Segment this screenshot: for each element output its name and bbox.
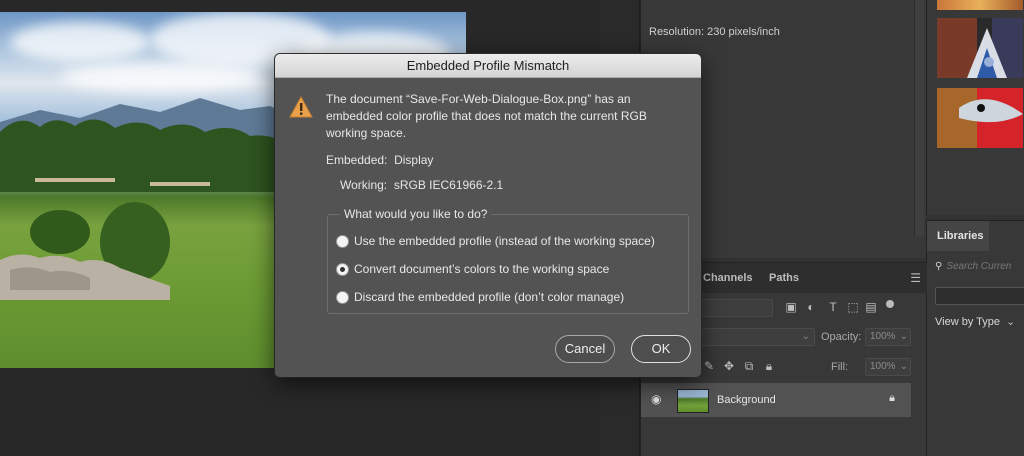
adjustment-filter-icon[interactable]: ◐: [803, 299, 819, 315]
warning-icon: [289, 96, 313, 118]
option-label[interactable]: Use the embedded profile (instead of the…: [354, 234, 655, 248]
lock-icon[interactable]: 🔒︎: [889, 392, 895, 405]
option-use-embedded[interactable]: Use the embedded profile (instead of the…: [336, 233, 655, 249]
smart-object-filter-icon[interactable]: ▤: [863, 299, 879, 315]
libraries-search-input[interactable]: ⚲ Search Curren: [935, 261, 1024, 279]
resolution-text: Resolution: 230 pixels/inch: [649, 26, 780, 38]
tab-libraries[interactable]: Libraries: [927, 221, 989, 251]
chevron-down-icon: ⌄: [899, 361, 908, 372]
move-lock-icon[interactable]: ✥: [721, 358, 737, 374]
radio-convert[interactable]: [336, 262, 349, 276]
fill-value: 100%: [870, 361, 896, 372]
embedded-value: Display: [394, 153, 434, 167]
blend-mode-select[interactable]: ⌄: [701, 328, 815, 346]
radio-discard[interactable]: [336, 290, 349, 304]
chevron-down-icon: ⌄: [1006, 316, 1016, 328]
option-label[interactable]: Discard the embedded profile (don’t colo…: [354, 290, 624, 304]
view-by-type-dropdown[interactable]: View by Type ⌄: [935, 315, 1015, 328]
layer-row[interactable]: ◉ Background 🔒︎: [641, 383, 911, 417]
working-profile-row: Working: sRGB IEC61966-2.1: [340, 178, 503, 192]
chevron-down-icon: ⌄: [899, 331, 908, 342]
library-thumbnail[interactable]: [937, 88, 1023, 148]
option-discard[interactable]: Discard the embedded profile (don’t colo…: [336, 289, 624, 305]
tab-channels[interactable]: Channels: [703, 263, 753, 293]
type-filter-icon[interactable]: T: [825, 299, 841, 315]
library-thumbnails: [926, 0, 1024, 215]
dialog-message: The document “Save-For-Web-Dialogue-Box.…: [326, 92, 647, 140]
search-placeholder: Search Curren: [946, 261, 1012, 272]
cancel-button[interactable]: Cancel: [555, 335, 615, 363]
layer-thumbnail: [677, 389, 709, 413]
properties-scrollbar[interactable]: [914, 0, 924, 236]
library-select[interactable]: [935, 287, 1024, 305]
options-question: What would you like to do?: [340, 207, 492, 221]
tab-paths[interactable]: Paths: [769, 263, 799, 293]
brush-lock-icon[interactable]: ✎: [701, 358, 717, 374]
view-by-type-label: View by Type: [935, 316, 1001, 328]
radio-use-embedded[interactable]: [336, 234, 349, 248]
dialog-titlebar[interactable]: Embedded Profile Mismatch: [275, 54, 701, 78]
library-thumbnail[interactable]: [937, 0, 1023, 10]
option-label[interactable]: Convert document’s colors to the working…: [354, 262, 609, 276]
embedded-label: Embedded:: [326, 153, 388, 167]
working-value: sRGB IEC61966-2.1: [393, 178, 504, 192]
fill-label: Fill:: [831, 361, 849, 373]
search-icon: ⚲: [935, 261, 943, 272]
library-thumbnail[interactable]: [937, 18, 1023, 78]
opacity-field[interactable]: 100% ⌄: [865, 328, 911, 346]
eye-icon[interactable]: ◉: [651, 392, 661, 406]
opacity-label: Opacity:: [821, 331, 862, 343]
ok-button[interactable]: OK: [631, 335, 691, 363]
fill-field[interactable]: 100% ⌄: [865, 358, 911, 376]
shape-filter-icon[interactable]: ⬚: [845, 299, 861, 315]
option-convert[interactable]: Convert document’s colors to the working…: [336, 261, 609, 277]
opacity-value: 100%: [870, 331, 896, 342]
lock-icon[interactable]: 🔒︎: [761, 358, 777, 374]
layer-name[interactable]: Background: [717, 394, 776, 406]
panel-menu-icon[interactable]: ☰: [910, 271, 921, 285]
layer-filter-select[interactable]: [701, 299, 773, 317]
dialog-title: Embedded Profile Mismatch: [406, 58, 570, 73]
image-filter-icon[interactable]: ▣: [783, 299, 799, 315]
artboard-lock-icon[interactable]: ⧉: [741, 358, 757, 374]
filter-toggle[interactable]: [885, 299, 895, 317]
embedded-profile-row: Embedded: Display: [326, 153, 433, 167]
libraries-panel: Libraries ⚲ Search Curren View by Type ⌄: [926, 220, 1024, 456]
working-label: Working:: [340, 178, 388, 192]
embedded-profile-mismatch-dialog: Embedded Profile Mismatch The document “…: [275, 54, 701, 377]
